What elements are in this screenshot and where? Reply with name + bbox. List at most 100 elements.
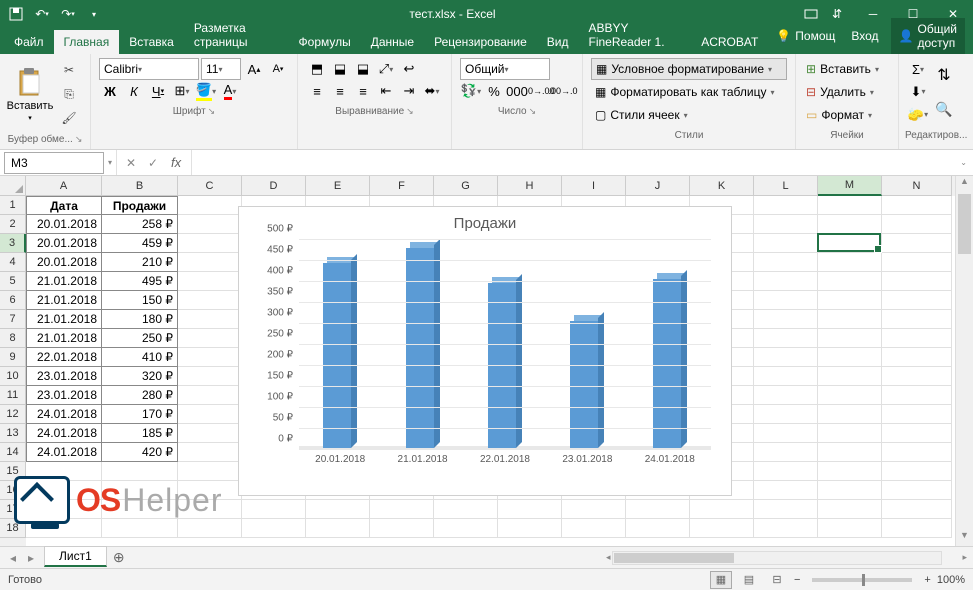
normal-view-icon[interactable]: ▦ (710, 571, 732, 589)
cut-icon[interactable]: ✂ (58, 59, 80, 81)
cell[interactable]: 150 ₽ (102, 291, 178, 310)
cell[interactable]: 495 ₽ (102, 272, 178, 291)
select-all-button[interactable] (0, 176, 26, 196)
row-header[interactable]: 10 (0, 367, 26, 386)
align-left-icon[interactable]: ≡ (306, 80, 328, 102)
italic-button[interactable]: К (123, 80, 145, 102)
col-header[interactable]: F (370, 176, 434, 196)
sheet-nav-next-icon[interactable]: ▸ (22, 547, 40, 568)
cell[interactable] (754, 348, 818, 367)
align-right-icon[interactable]: ≡ (352, 80, 374, 102)
sheet-tab-active[interactable]: Лист1 (44, 546, 107, 567)
cell[interactable]: 185 ₽ (102, 424, 178, 443)
tell-me[interactable]: 💡 Помощ (768, 25, 843, 47)
indent-decrease-icon[interactable]: ⇤ (375, 80, 397, 102)
cell[interactable] (178, 310, 242, 329)
tab-acrobat[interactable]: ACROBAT (691, 30, 768, 54)
cell[interactable] (754, 500, 818, 519)
row-header[interactable]: 8 (0, 329, 26, 348)
cell[interactable]: 24.01.2018 (26, 405, 102, 424)
row-header[interactable]: 4 (0, 253, 26, 272)
cell[interactable]: 320 ₽ (102, 367, 178, 386)
cell[interactable] (178, 462, 242, 481)
cell[interactable] (818, 386, 882, 405)
cell[interactable] (178, 424, 242, 443)
cell[interactable] (306, 519, 370, 538)
cell[interactable] (626, 500, 690, 519)
undo-icon[interactable]: ↶▾ (30, 2, 54, 26)
cell[interactable] (818, 519, 882, 538)
cell[interactable] (818, 405, 882, 424)
cell[interactable] (882, 253, 952, 272)
cell[interactable] (178, 348, 242, 367)
cell[interactable] (818, 291, 882, 310)
format-as-table-button[interactable]: ▦Форматировать как таблицу (591, 81, 787, 103)
cell[interactable] (818, 215, 882, 234)
cell[interactable] (102, 519, 178, 538)
col-header[interactable]: I (562, 176, 626, 196)
col-header[interactable]: L (754, 176, 818, 196)
cell[interactable]: 21.01.2018 (26, 329, 102, 348)
cell[interactable] (818, 424, 882, 443)
sort-filter-icon[interactable]: ⇅ (933, 58, 955, 92)
cell[interactable] (690, 519, 754, 538)
fill-color-icon[interactable]: 🪣 (195, 80, 217, 102)
cell[interactable] (754, 310, 818, 329)
vertical-scrollbar[interactable]: ▲ ▼ (955, 176, 973, 546)
cell[interactable] (178, 519, 242, 538)
wrap-text-icon[interactable]: ↩ (398, 58, 420, 80)
zoom-slider[interactable] (812, 578, 912, 582)
row-headers[interactable]: 123456789101112131415161718 (0, 196, 26, 546)
tab-главная[interactable]: Главная (54, 30, 120, 54)
cell[interactable] (818, 310, 882, 329)
cell[interactable]: 280 ₽ (102, 386, 178, 405)
decrease-decimal-icon[interactable]: .00→.0 (552, 80, 574, 102)
cell[interactable] (818, 367, 882, 386)
row-header[interactable]: 1 (0, 196, 26, 215)
cell[interactable]: 21.01.2018 (26, 291, 102, 310)
cell[interactable] (882, 386, 952, 405)
cell[interactable] (306, 500, 370, 519)
cell[interactable] (754, 481, 818, 500)
cell[interactable]: 23.01.2018 (26, 386, 102, 405)
row-header[interactable]: 17 (0, 500, 26, 519)
indent-increase-icon[interactable]: ⇥ (398, 80, 420, 102)
row-header[interactable]: 14 (0, 443, 26, 462)
col-header[interactable]: G (434, 176, 498, 196)
copy-icon[interactable]: ⎘ (58, 83, 80, 105)
cell[interactable] (178, 500, 242, 519)
cell[interactable] (754, 215, 818, 234)
cell[interactable] (102, 481, 178, 500)
horizontal-scrollbar[interactable]: ◂ ▸ (131, 547, 973, 568)
cell[interactable] (754, 519, 818, 538)
page-layout-view-icon[interactable]: ▤ (738, 571, 760, 589)
cell[interactable] (754, 196, 818, 215)
cell[interactable] (242, 500, 306, 519)
cell[interactable] (882, 462, 952, 481)
row-header[interactable]: 3 (0, 234, 26, 253)
cell[interactable] (882, 424, 952, 443)
embedded-chart[interactable]: Продажи 0 ₽50 ₽100 ₽150 ₽200 ₽250 ₽300 ₽… (238, 206, 732, 496)
col-header[interactable]: H (498, 176, 562, 196)
shrink-font-icon[interactable]: A▾ (267, 58, 289, 80)
number-format-combo[interactable]: Общий (460, 58, 550, 80)
row-header[interactable]: 15 (0, 462, 26, 481)
delete-cells-button[interactable]: ⊟Удалить (804, 81, 890, 103)
cell[interactable] (26, 481, 102, 500)
cell[interactable] (754, 367, 818, 386)
cell[interactable] (102, 500, 178, 519)
cell[interactable] (754, 386, 818, 405)
col-header[interactable]: D (242, 176, 306, 196)
cell[interactable] (102, 462, 178, 481)
cell[interactable] (882, 405, 952, 424)
align-middle-icon[interactable]: ⬓ (329, 58, 351, 80)
orientation-icon[interactable]: ⤢ (375, 58, 397, 80)
cell[interactable]: 20.01.2018 (26, 215, 102, 234)
cell[interactable] (818, 462, 882, 481)
cell[interactable]: 21.01.2018 (26, 310, 102, 329)
zoom-level[interactable]: 100% (937, 574, 965, 586)
cell[interactable] (370, 519, 434, 538)
cell[interactable] (754, 329, 818, 348)
find-select-icon[interactable]: 🔍 (933, 92, 955, 126)
cell[interactable] (882, 348, 952, 367)
